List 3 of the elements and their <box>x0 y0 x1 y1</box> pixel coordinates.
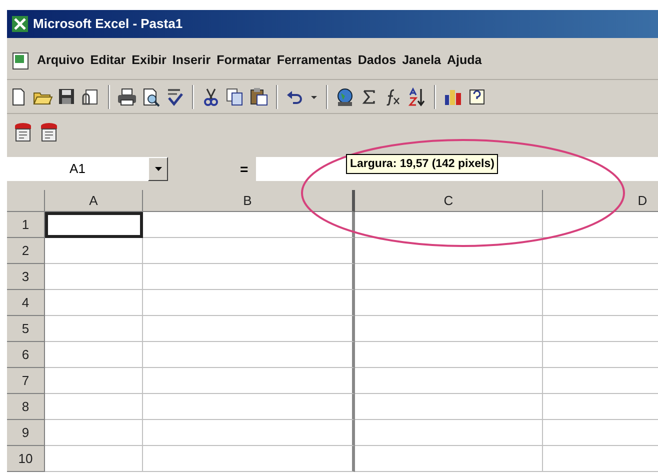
tooltip: Largura: 19,57 (142 pixels) <box>346 154 498 174</box>
window-title: Microsoft Excel - Pasta1 <box>33 15 183 34</box>
equals-sign: = <box>240 160 250 178</box>
